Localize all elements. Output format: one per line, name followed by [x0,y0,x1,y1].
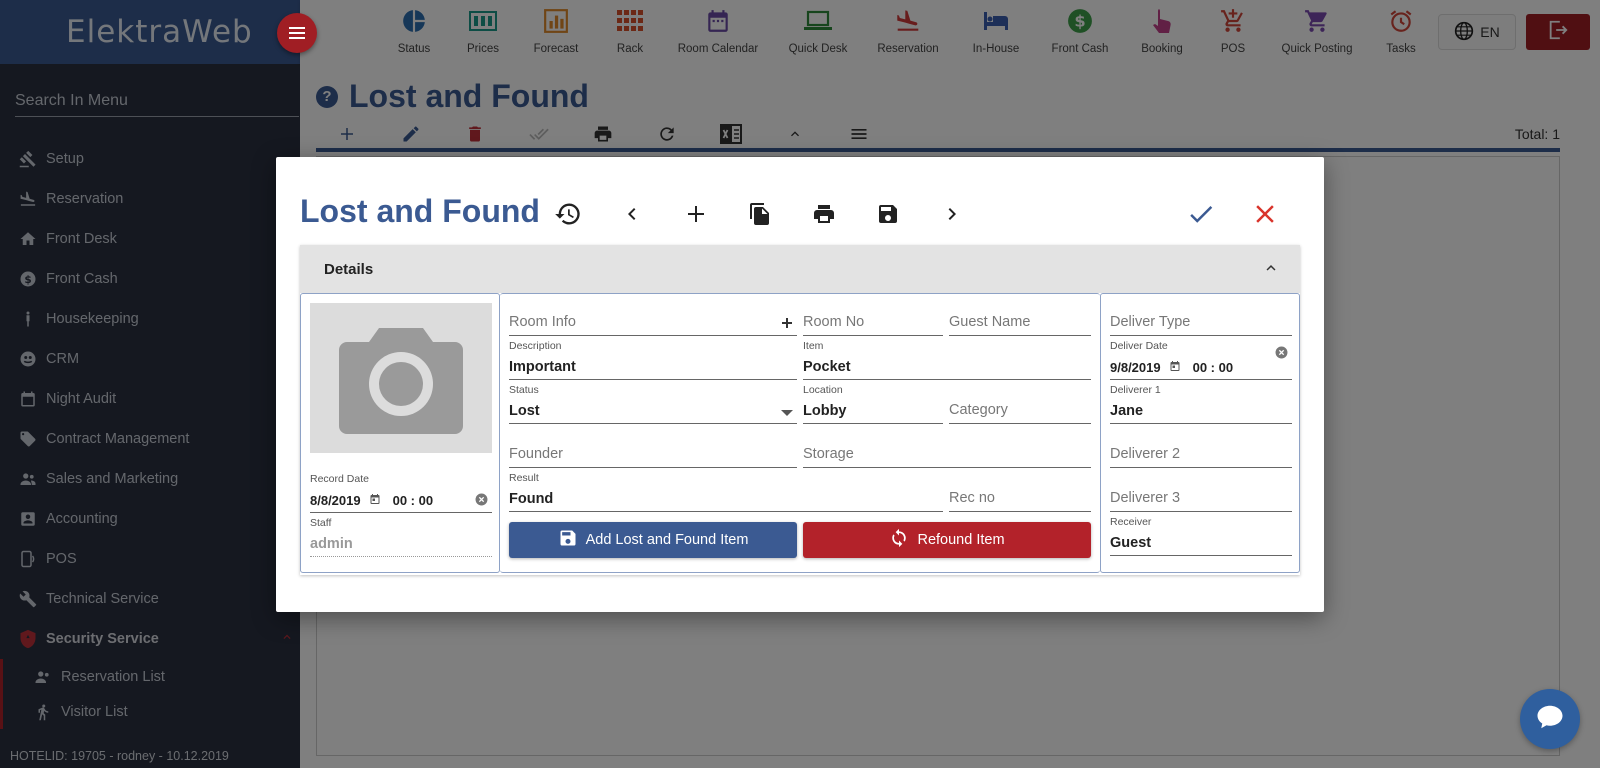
storage-field[interactable]: Storage [803,426,1091,468]
dialog-title: Lost and Found [300,193,540,229]
location-value: Lobby [803,403,847,419]
deliverer-1-label: Deliverer 1 [1110,384,1161,396]
record-time: 00 : 00 [392,493,434,508]
record-date: 8/8/2019 [310,493,361,508]
add-icon[interactable] [781,317,793,329]
result-label: Result [509,472,539,484]
save-icon[interactable] [871,197,905,231]
info-column: Room Info Room No Guest Name Description… [500,293,1100,573]
calendar-icon[interactable] [369,493,381,508]
receiver-value: Guest [1110,535,1152,551]
deliverer-2-field[interactable]: Deliverer 2 [1110,426,1292,468]
room-info-placeholder: Room Info [509,314,576,330]
founder-placeholder: Founder [509,446,564,462]
photo-column: Record Date 8/8/2019 00 : 00 Staff admin [300,293,500,573]
history-icon[interactable] [551,197,585,231]
staff-value: admin [310,536,353,552]
details-panel: Details Record Date 8/8/2019 00 : 00 Sta… [300,245,1300,575]
founder-field[interactable]: Founder [509,426,797,468]
deliverer-1-value: Jane [1110,403,1144,419]
refound-item-label: Refound Item [917,532,1005,548]
print-icon[interactable] [807,197,841,231]
close-icon[interactable] [1248,197,1282,231]
record-date-label: Record Date [310,473,369,485]
clear-icon[interactable] [1275,346,1288,359]
dropdown-arrow-icon[interactable] [781,409,793,417]
staff-label: Staff [310,517,332,529]
staff-field: Staff admin [310,515,492,557]
deliverer-2-placeholder: Deliverer 2 [1110,446,1181,462]
chevron-up-icon[interactable] [1262,259,1280,281]
refound-item-button[interactable]: Refound Item [803,522,1091,558]
item-value: Pocket [803,359,851,375]
clear-icon[interactable] [475,493,488,506]
rec-no-placeholder: Rec no [949,490,995,506]
result-field[interactable]: Result Found [509,470,943,512]
lost-and-found-dialog: Lost and Found Details Record Date 8/8/2… [276,157,1324,612]
deliverer-1-field[interactable]: Deliverer 1 Jane [1110,382,1292,424]
delivery-column: Deliver Type Deliver Date 9/8/2019 00 : … [1100,293,1300,573]
description-value: Important [509,359,576,375]
chat-icon [1535,702,1565,737]
category-field[interactable]: Category [949,382,1091,424]
dialog-header: Lost and Found [300,193,1300,235]
refresh-icon [889,528,909,552]
details-header[interactable]: Details [300,245,1300,293]
room-no-placeholder: Room No [803,314,865,330]
description-field[interactable]: Description Important [509,338,797,380]
item-field[interactable]: Item Pocket [803,338,1091,380]
location-field[interactable]: Location Lobby [803,382,943,424]
status-label: Status [509,384,539,396]
category-placeholder: Category [949,402,1008,418]
save-icon [558,528,578,552]
deliver-type-field[interactable]: Deliver Type [1110,294,1292,336]
confirm-icon[interactable] [1184,197,1218,231]
deliverer-3-placeholder: Deliverer 3 [1110,490,1181,506]
calendar-icon[interactable] [1169,360,1181,375]
guest-name-field[interactable]: Guest Name [949,294,1091,336]
status-select[interactable]: Status Lost [509,382,797,424]
status-value: Lost [509,403,540,419]
copy-icon[interactable] [743,197,777,231]
hamburger-icon [289,27,305,39]
next-icon[interactable] [935,197,969,231]
deliver-time: 00 : 00 [1192,360,1234,375]
details-title: Details [324,260,374,278]
guest-name-placeholder: Guest Name [949,314,1031,330]
item-photo[interactable] [310,303,492,453]
add-lost-found-item-button[interactable]: Add Lost and Found Item [509,522,797,558]
deliver-date-field[interactable]: Deliver Date 9/8/2019 00 : 00 [1110,338,1292,380]
record-date-field[interactable]: Record Date 8/8/2019 00 : 00 [310,471,492,513]
menu-toggle-button[interactable] [277,13,317,53]
add-icon[interactable] [679,197,713,231]
deliver-date: 9/8/2019 [1110,360,1161,375]
receiver-field[interactable]: Receiver Guest [1110,514,1292,556]
room-info-field[interactable]: Room Info [509,294,797,336]
storage-placeholder: Storage [803,446,854,462]
deliver-type-placeholder: Deliver Type [1110,314,1191,330]
room-no-field[interactable]: Room No [803,294,943,336]
camera-icon [339,318,463,439]
result-value: Found [509,491,554,507]
item-label: Item [803,340,824,352]
deliver-date-label: Deliver Date [1110,340,1168,352]
add-lost-found-item-label: Add Lost and Found Item [585,532,749,548]
location-label: Location [803,384,843,396]
rec-no-field[interactable]: Rec no [949,470,1091,512]
receiver-label: Receiver [1110,516,1152,528]
description-label: Description [509,340,562,352]
chat-button[interactable] [1520,689,1580,749]
deliver-date-value: 9/8/2019 00 : 00 [1110,360,1233,375]
deliverer-3-field[interactable]: Deliverer 3 [1110,470,1292,512]
previous-icon[interactable] [615,197,649,231]
record-date-value: 8/8/2019 00 : 00 [310,493,433,508]
